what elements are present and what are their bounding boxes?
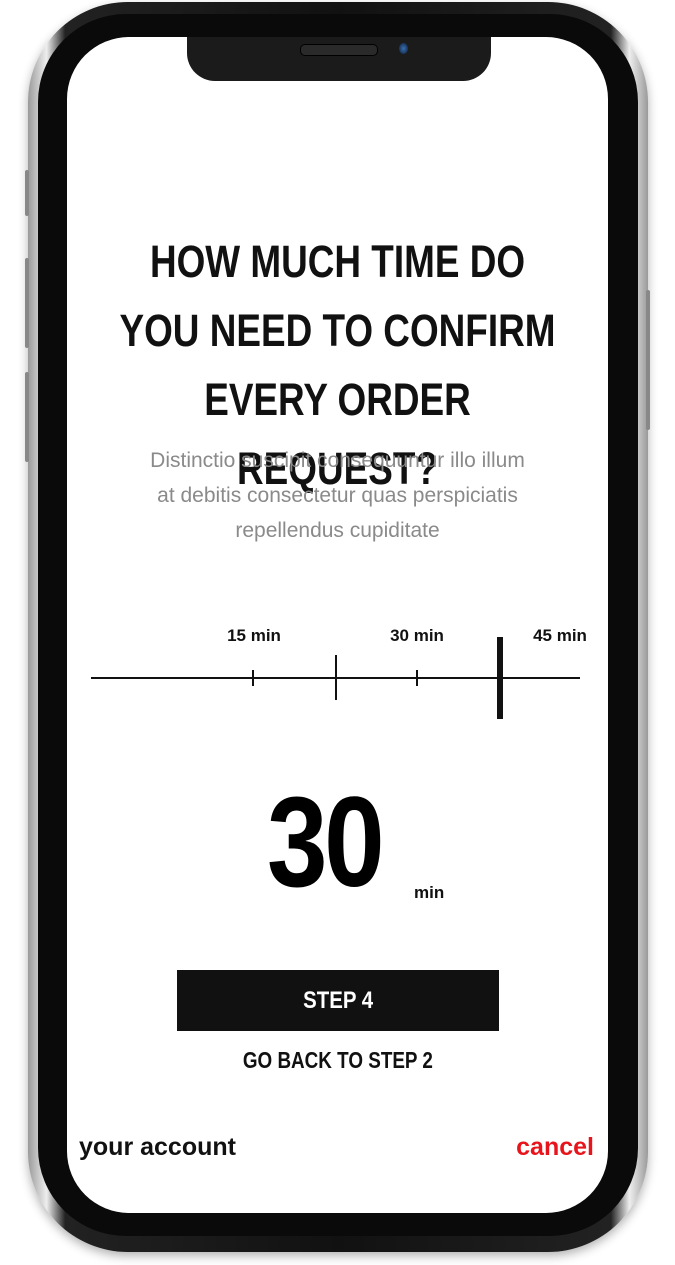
tick-major (335, 655, 337, 700)
step-button-label: STEP 4 (303, 986, 373, 1014)
mute-switch (25, 170, 29, 216)
your-account-link[interactable]: your account (79, 1133, 236, 1162)
go-back-label: GO BACK TO STEP 2 (242, 1047, 433, 1073)
slider-handle[interactable] (497, 637, 503, 719)
tick-minor (252, 670, 254, 686)
value-unit: min (414, 883, 445, 902)
tick-label-30: 30 min (390, 626, 444, 645)
tick-label-45: 45 min (533, 626, 587, 645)
volume-up-button (25, 258, 29, 348)
step-4-button[interactable]: STEP 4 (177, 970, 499, 1031)
tick-label-15: 15 min (227, 626, 281, 645)
power-button (646, 290, 650, 430)
time-slider[interactable]: 15 min 30 min 45 min (67, 37, 608, 1213)
cancel-link[interactable]: cancel (516, 1133, 594, 1162)
screen: HOW MUCH TIME DO YOU NEED TO CONFIRM EVE… (67, 37, 608, 1213)
volume-down-button (25, 372, 29, 462)
go-back-link[interactable]: GO BACK TO STEP 2 (67, 1047, 608, 1074)
tick-minor (416, 670, 418, 686)
selected-value: 30 (267, 771, 385, 914)
